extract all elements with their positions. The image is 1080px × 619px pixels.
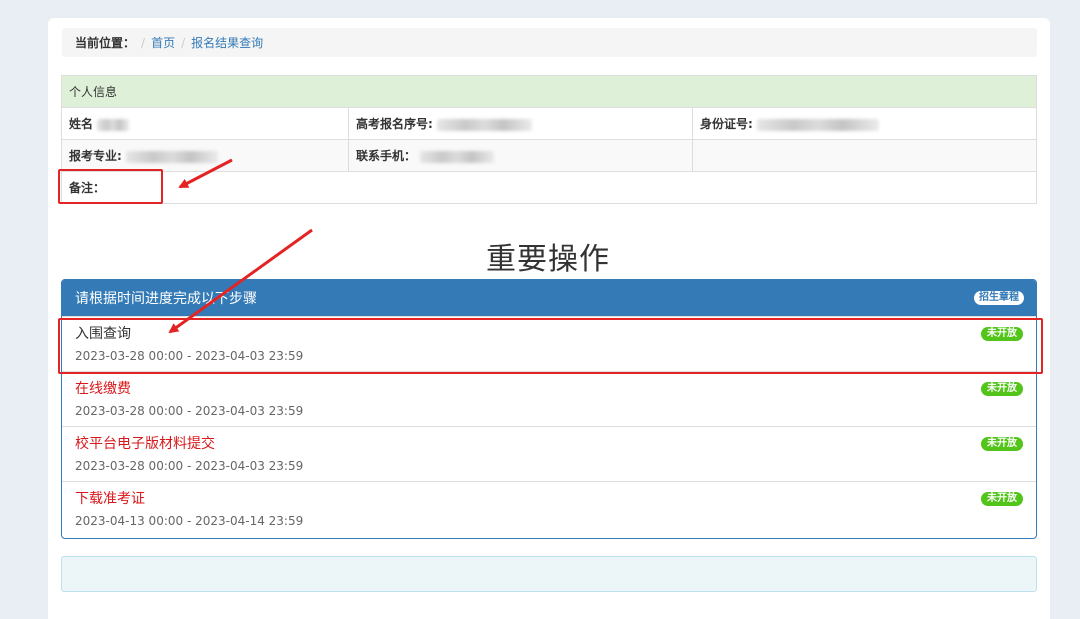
status-badge: 未开放 [981, 327, 1023, 341]
redacted-gaokao-number [436, 118, 532, 131]
step-item[interactable]: 入围查询 2023-03-28 00:00 - 2023-04-03 23:59… [62, 316, 1036, 371]
breadcrumb-label: 当前位置： [75, 36, 136, 50]
status-badge: 未开放 [981, 382, 1023, 396]
section-title: 重要操作 [486, 242, 610, 277]
redacted-id-number [756, 118, 879, 131]
redacted-major [125, 150, 218, 163]
step-time: 2023-03-28 00:00 - 2023-04-03 23:59 [75, 349, 304, 363]
breadcrumb-separator: / [181, 35, 186, 50]
name-label: 姓名 [69, 117, 94, 131]
step-time: 2023-04-13 00:00 - 2023-04-14 23:59 [75, 514, 304, 528]
step-item[interactable]: 下载准考证 2023-04-13 00:00 - 2023-04-14 23:5… [62, 481, 1036, 536]
step-time: 2023-03-28 00:00 - 2023-04-03 23:59 [75, 404, 304, 418]
redacted-name [96, 118, 129, 131]
steps-panel-title: 请根据时间进度完成以下步骤 [75, 291, 257, 307]
major-label: 报考专业: [69, 149, 122, 163]
gaokao-number-label: 高考报名序号: [356, 117, 433, 131]
remark-label: 备注： [69, 181, 106, 195]
empty-cell [692, 139, 1037, 172]
step-item[interactable]: 校平台电子版材料提交 2023-03-28 00:00 - 2023-04-03… [62, 426, 1036, 481]
status-badge: 未开放 [981, 492, 1023, 506]
status-badge: 未开放 [981, 437, 1023, 451]
breadcrumb-separator: / [141, 35, 146, 50]
step-name: 下载准考证 [75, 491, 145, 507]
step-name: 在线缴费 [75, 381, 131, 397]
personal-info-header: 个人信息 [61, 75, 1037, 108]
steps-panel-heading: 请根据时间进度完成以下步骤 招生章程 [62, 280, 1036, 316]
info-footer-box [61, 556, 1037, 592]
phone-label: 联系手机： [356, 149, 417, 163]
step-time: 2023-03-28 00:00 - 2023-04-03 23:59 [75, 459, 304, 473]
step-name: 校平台电子版材料提交 [75, 436, 215, 452]
id-number-label: 身份证号: [700, 117, 753, 131]
breadcrumb-current-link[interactable]: 报名结果查询 [191, 34, 263, 51]
admission-rules-badge[interactable]: 招生章程 [974, 291, 1024, 305]
step-name: 入围查询 [75, 326, 131, 342]
breadcrumb-home-link[interactable]: 首页 [151, 34, 175, 51]
steps-panel: 请根据时间进度完成以下步骤 招生章程 入围查询 2023-03-28 00:00… [61, 279, 1037, 539]
personal-info-table: 个人信息 姓名 高考报名序号: 身份证号: 报考专业: 联系手机： 备注： [61, 75, 1037, 204]
redacted-phone [419, 150, 494, 163]
breadcrumb: 当前位置： / 首页 / 报名结果查询 [62, 28, 1037, 57]
step-item[interactable]: 在线缴费 2023-03-28 00:00 - 2023-04-03 23:59… [62, 371, 1036, 426]
